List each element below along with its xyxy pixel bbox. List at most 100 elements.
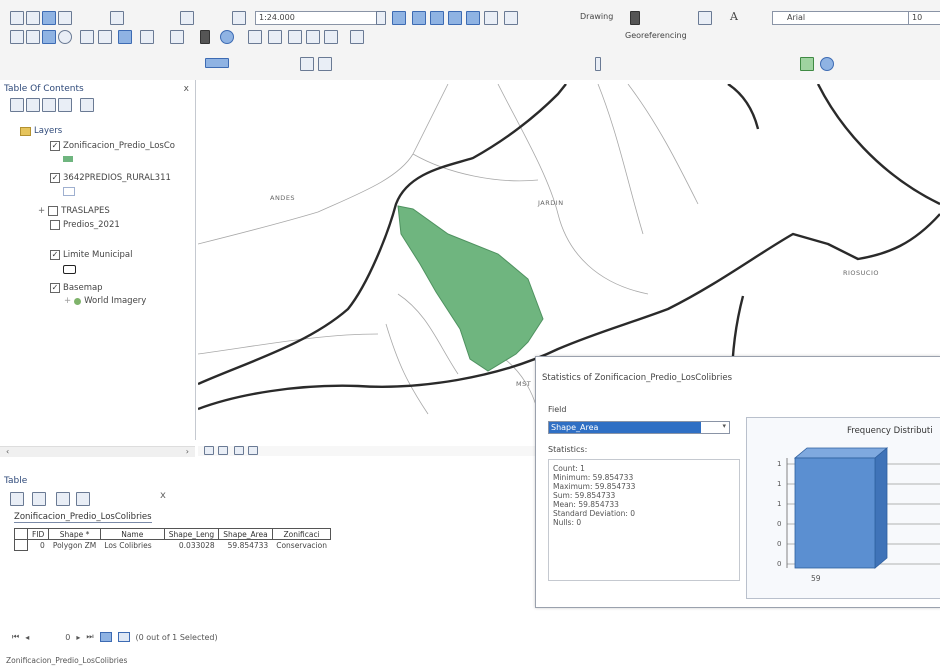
toc-options-icon[interactable] [80, 98, 94, 112]
map-view-toggle-bar[interactable] [198, 446, 535, 456]
fixed-zoom-in-icon[interactable] [80, 30, 94, 44]
toc-scrollbar[interactable]: ‹ › [0, 446, 195, 457]
fixed-zoom-out-icon[interactable] [98, 30, 112, 44]
hyperlink-icon[interactable] [288, 30, 302, 44]
select-elements-arrow-icon[interactable] [200, 30, 210, 44]
add-data-icon[interactable] [232, 11, 246, 25]
link-table-icon[interactable] [595, 57, 601, 71]
search-window-icon[interactable] [448, 11, 462, 25]
georef-tools-icon[interactable] [318, 57, 332, 71]
map-scale-input[interactable]: 1:24.000 [255, 11, 380, 25]
table-close-button[interactable]: x [160, 490, 166, 501]
print-icon[interactable] [58, 11, 72, 25]
editor-toolbar-icon[interactable] [392, 11, 406, 25]
layout-view-icon[interactable] [218, 446, 228, 455]
font-name-select[interactable]: Arial [772, 11, 918, 25]
save-icon[interactable] [42, 11, 56, 25]
cell-shape-leng[interactable]: 0.033028 [164, 540, 218, 551]
python-window-icon[interactable] [484, 11, 498, 25]
pan-icon[interactable] [42, 30, 56, 44]
data-view-icon[interactable] [204, 446, 214, 455]
world-imagery-expand-icon[interactable]: + [64, 296, 71, 306]
zoom-in-icon[interactable] [10, 30, 24, 44]
font-size-select[interactable]: 10 [908, 11, 940, 25]
new-document-icon[interactable] [10, 11, 24, 25]
select-elements-icon[interactable] [630, 11, 640, 25]
column-header-name[interactable]: Name [99, 528, 165, 540]
field-dropdown-icon[interactable]: ▾ [722, 422, 726, 430]
drawing-menu[interactable]: Drawing [580, 12, 613, 21]
row-selector[interactable] [14, 539, 28, 551]
attribute-table[interactable]: FID Shape * Name Shape_Leng Shape_Area Z… [14, 528, 332, 551]
previous-record-icon[interactable]: ◂ [25, 633, 29, 642]
refresh-view-icon[interactable] [234, 446, 244, 455]
column-header-fid[interactable]: FID [26, 528, 50, 540]
column-header-zonificaci[interactable]: Zonificaci [271, 528, 332, 540]
editor-layer-icon[interactable] [205, 58, 229, 68]
related-tables-icon[interactable] [32, 492, 46, 506]
toc-layer-world-imagery[interactable]: + World Imagery [64, 296, 146, 306]
frequency-bar[interactable] [793, 447, 889, 569]
georef-layer-icon[interactable] [300, 57, 314, 71]
layer-style-icon[interactable] [800, 57, 814, 71]
show-all-records-icon[interactable] [99, 632, 112, 642]
create-viewer-icon[interactable] [350, 30, 364, 44]
model-builder-icon[interactable] [504, 11, 518, 25]
table-footer-tab[interactable]: Zonificacion_Predio_LosColibries [6, 656, 127, 665]
column-header-shape-leng[interactable]: Shape_Leng [163, 528, 220, 540]
paste-icon[interactable] [110, 11, 124, 25]
html-popup-icon[interactable] [306, 30, 320, 44]
rectangle-tool-icon[interactable] [698, 11, 712, 25]
layers-group[interactable]: Layers [20, 126, 62, 136]
select-features-icon[interactable] [170, 30, 184, 44]
basemap-checkbox[interactable]: ✓ [50, 283, 60, 293]
field-select[interactable]: Shape_Area ▾ [548, 421, 730, 434]
column-header-shape[interactable]: Shape * [48, 528, 101, 540]
cell-fid[interactable]: 0 [28, 540, 49, 551]
zoom-out-icon[interactable] [26, 30, 40, 44]
last-record-icon[interactable]: ⏭ [86, 632, 93, 642]
catalog-window-icon[interactable] [430, 11, 444, 25]
scale-dropdown-icon[interactable] [376, 11, 386, 25]
zonificacion-checkbox[interactable]: ✓ [50, 141, 60, 151]
open-folder-icon[interactable] [26, 11, 40, 25]
toc-window-icon[interactable] [412, 11, 426, 25]
predios-2021-checkbox[interactable] [50, 220, 60, 230]
switch-selection-icon[interactable] [76, 492, 90, 506]
toc-layer-basemap[interactable]: ✓ Basemap [50, 283, 103, 293]
cell-shape[interactable]: Polygon ZM [49, 540, 100, 551]
row-selector-header[interactable] [14, 528, 28, 540]
forward-extent-icon[interactable] [140, 30, 154, 44]
back-extent-icon[interactable] [118, 30, 132, 44]
toc-layer-predios-rural[interactable]: ✓ 3642PREDIOS_RURAL311 [50, 173, 171, 183]
pause-drawing-icon[interactable] [248, 446, 258, 455]
zonificacion-polygon[interactable] [397, 205, 544, 372]
toc-layer-traslapes[interactable]: + TRASLAPES [38, 206, 110, 216]
table-options-icon[interactable] [10, 492, 24, 506]
show-selected-records-icon[interactable] [117, 632, 130, 642]
text-tool-button[interactable]: A [730, 10, 738, 23]
list-by-selection-icon[interactable] [58, 98, 72, 112]
toc-layer-limite-municipal[interactable]: ✓ Limite Municipal [50, 250, 132, 260]
measure-icon[interactable] [268, 30, 282, 44]
next-record-icon[interactable]: ▸ [76, 633, 80, 642]
cell-name[interactable]: Los Colibries [100, 540, 164, 551]
layer-tools-icon[interactable] [820, 57, 834, 71]
toc-scroll-right-icon[interactable]: › [186, 447, 189, 456]
toc-layer-predios-2021[interactable]: Predios_2021 [50, 220, 120, 230]
find-icon[interactable] [248, 30, 262, 44]
delete-icon[interactable] [180, 11, 194, 25]
traslapes-expand-icon[interactable]: + [38, 206, 45, 216]
traslapes-checkbox[interactable] [48, 206, 59, 216]
arctoolbox-icon[interactable] [466, 11, 480, 25]
table-layer-tab[interactable]: Zonificacion_Predio_LosColibries [14, 512, 152, 523]
table-row[interactable]: 0 Polygon ZM Los Colibries 0.033028 59.8… [14, 539, 331, 551]
predios-rural-checkbox[interactable]: ✓ [50, 173, 60, 183]
list-by-visibility-icon[interactable] [42, 98, 56, 112]
toc-close-button[interactable]: x [184, 84, 189, 94]
select-by-attributes-icon[interactable] [56, 492, 70, 506]
record-index[interactable]: 0 [65, 633, 70, 642]
limite-municipal-checkbox[interactable]: ✓ [50, 250, 60, 260]
toc-scroll-left-icon[interactable]: ‹ [6, 447, 9, 456]
full-extent-icon[interactable] [58, 30, 72, 44]
